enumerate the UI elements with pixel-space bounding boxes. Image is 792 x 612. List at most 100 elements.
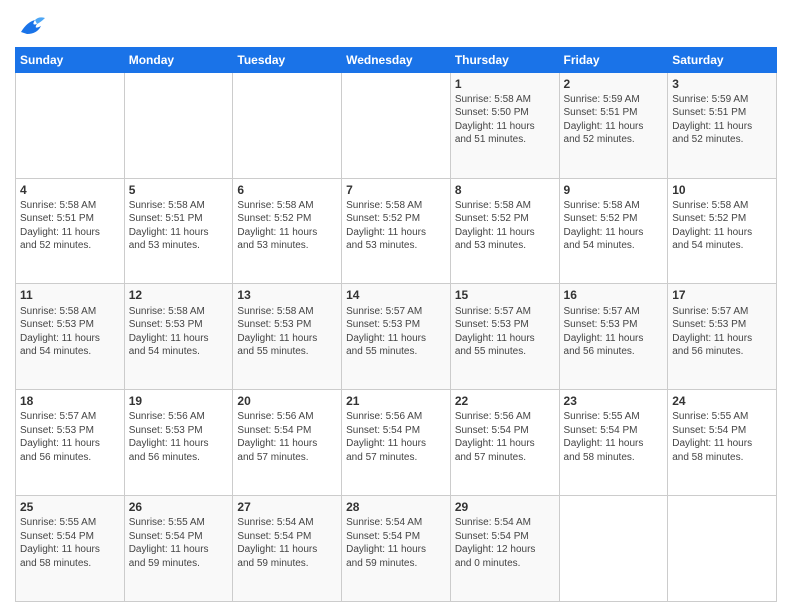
day-number: 7: [346, 182, 446, 198]
calendar-cell: 19Sunrise: 5:56 AMSunset: 5:53 PMDayligh…: [124, 390, 233, 496]
calendar-cell: 18Sunrise: 5:57 AMSunset: 5:53 PMDayligh…: [16, 390, 125, 496]
calendar-cell: 8Sunrise: 5:58 AMSunset: 5:52 PMDaylight…: [450, 178, 559, 284]
calendar-cell: 14Sunrise: 5:57 AMSunset: 5:53 PMDayligh…: [342, 284, 451, 390]
calendar-table: Sunday Monday Tuesday Wednesday Thursday…: [15, 47, 777, 602]
calendar-cell: 28Sunrise: 5:54 AMSunset: 5:54 PMDayligh…: [342, 496, 451, 602]
day-number: 4: [20, 182, 120, 198]
calendar-cell: 22Sunrise: 5:56 AMSunset: 5:54 PMDayligh…: [450, 390, 559, 496]
day-number: 8: [455, 182, 555, 198]
calendar-cell: [124, 72, 233, 178]
day-number: 22: [455, 393, 555, 409]
day-number: 27: [237, 499, 337, 515]
day-info: Sunrise: 5:58 AMSunset: 5:53 PMDaylight:…: [20, 305, 120, 359]
day-number: 26: [129, 499, 229, 515]
calendar-cell: 4Sunrise: 5:58 AMSunset: 5:51 PMDaylight…: [16, 178, 125, 284]
calendar-cell: 16 Sunrise: 5:57 AMSunset: 5:53 PMDayligh…: [559, 284, 668, 390]
day-info: Sunrise: 5:55 AMSunset: 5:54 PMDaylight:…: [129, 516, 229, 570]
day-info: Sunrise: 5:57 AMSunset: 5:53 PMDaylight:…: [455, 305, 555, 359]
header: [15, 10, 777, 41]
calendar-cell: 27Sunrise: 5:54 AMSunset: 5:54 PMDayligh…: [233, 496, 342, 602]
day-info: Sunrise: 5:58 AMSunset: 5:50 PMDaylight:…: [455, 93, 555, 147]
calendar-body: 1Sunrise: 5:58 AMSunset: 5:50 PMDaylight…: [16, 72, 777, 601]
day-info: Sunrise: 5:58 AMSunset: 5:52 PMDaylight:…: [564, 199, 664, 253]
calendar-cell: 15 Sunrise: 5:57 AMSunset: 5:53 PMDayligh…: [450, 284, 559, 390]
calendar-cell: [668, 496, 777, 602]
day-number: 29: [455, 499, 555, 515]
day-number: 6: [237, 182, 337, 198]
day-info: Sunrise: 5:58 AMSunset: 5:52 PMDaylight:…: [237, 199, 337, 253]
day-info: Sunrise: 5:59 AMSunset: 5:51 PMDaylight:…: [672, 93, 772, 147]
day-number: 12: [129, 287, 229, 303]
calendar-cell: 29Sunrise: 5:54 AMSunset: 5:54 PMDayligh…: [450, 496, 559, 602]
week-row: 18Sunrise: 5:57 AMSunset: 5:53 PMDayligh…: [16, 390, 777, 496]
logo-bird-icon: [17, 14, 45, 36]
col-sunday: Sunday: [16, 47, 125, 72]
week-row: 1Sunrise: 5:58 AMSunset: 5:50 PMDaylight…: [16, 72, 777, 178]
calendar-cell: 5Sunrise: 5:58 AMSunset: 5:51 PMDaylight…: [124, 178, 233, 284]
calendar-cell: 11 Sunrise: 5:58 AMSunset: 5:53 PMDayligh…: [16, 284, 125, 390]
day-number: 3: [672, 76, 772, 92]
day-number: 1: [455, 76, 555, 92]
calendar-cell: 13 Sunrise: 5:58 AMSunset: 5:53 PMDayligh…: [233, 284, 342, 390]
calendar-cell: 3Sunrise: 5:59 AMSunset: 5:51 PMDaylight…: [668, 72, 777, 178]
calendar-cell: 1Sunrise: 5:58 AMSunset: 5:50 PMDaylight…: [450, 72, 559, 178]
day-number: 16: [564, 287, 664, 303]
calendar-cell: 7Sunrise: 5:58 AMSunset: 5:52 PMDaylight…: [342, 178, 451, 284]
day-number: 10: [672, 182, 772, 198]
calendar-header: Sunday Monday Tuesday Wednesday Thursday…: [16, 47, 777, 72]
day-number: 20: [237, 393, 337, 409]
calendar-cell: 2Sunrise: 5:59 AMSunset: 5:51 PMDaylight…: [559, 72, 668, 178]
day-number: 9: [564, 182, 664, 198]
day-info: Sunrise: 5:57 AMSunset: 5:53 PMDaylight:…: [564, 305, 664, 359]
calendar-cell: [233, 72, 342, 178]
day-info: Sunrise: 5:56 AMSunset: 5:53 PMDaylight:…: [129, 410, 229, 464]
day-number: 21: [346, 393, 446, 409]
col-saturday: Saturday: [668, 47, 777, 72]
day-info: Sunrise: 5:59 AMSunset: 5:51 PMDaylight:…: [564, 93, 664, 147]
day-number: 11: [20, 287, 120, 303]
day-number: 19: [129, 393, 229, 409]
day-number: 15: [455, 287, 555, 303]
calendar-cell: [559, 496, 668, 602]
calendar-cell: [342, 72, 451, 178]
col-thursday: Thursday: [450, 47, 559, 72]
col-friday: Friday: [559, 47, 668, 72]
calendar-cell: 10Sunrise: 5:58 AMSunset: 5:52 PMDayligh…: [668, 178, 777, 284]
day-number: 23: [564, 393, 664, 409]
calendar-cell: 24Sunrise: 5:55 AMSunset: 5:54 PMDayligh…: [668, 390, 777, 496]
calendar-cell: 23Sunrise: 5:55 AMSunset: 5:54 PMDayligh…: [559, 390, 668, 496]
calendar-cell: 26Sunrise: 5:55 AMSunset: 5:54 PMDayligh…: [124, 496, 233, 602]
day-info: Sunrise: 5:58 AMSunset: 5:53 PMDaylight:…: [237, 305, 337, 359]
day-info: Sunrise: 5:58 AMSunset: 5:51 PMDaylight:…: [129, 199, 229, 253]
calendar-cell: 25Sunrise: 5:55 AMSunset: 5:54 PMDayligh…: [16, 496, 125, 602]
day-number: 13: [237, 287, 337, 303]
col-monday: Monday: [124, 47, 233, 72]
day-info: Sunrise: 5:55 AMSunset: 5:54 PMDaylight:…: [564, 410, 664, 464]
day-info: Sunrise: 5:56 AMSunset: 5:54 PMDaylight:…: [346, 410, 446, 464]
day-number: 17: [672, 287, 772, 303]
day-info: Sunrise: 5:58 AMSunset: 5:52 PMDaylight:…: [672, 199, 772, 253]
header-row: Sunday Monday Tuesday Wednesday Thursday…: [16, 47, 777, 72]
calendar-cell: 12 Sunrise: 5:58 AMSunset: 5:53 PMDayligh…: [124, 284, 233, 390]
week-row: 25Sunrise: 5:55 AMSunset: 5:54 PMDayligh…: [16, 496, 777, 602]
col-tuesday: Tuesday: [233, 47, 342, 72]
day-number: 14: [346, 287, 446, 303]
day-number: 28: [346, 499, 446, 515]
logo-text: [15, 14, 45, 41]
day-info: Sunrise: 5:54 AMSunset: 5:54 PMDaylight:…: [237, 516, 337, 570]
day-info: Sunrise: 5:54 AMSunset: 5:54 PMDaylight:…: [346, 516, 446, 570]
day-info: Sunrise: 5:58 AMSunset: 5:53 PMDaylight:…: [129, 305, 229, 359]
calendar-cell: 21Sunrise: 5:56 AMSunset: 5:54 PMDayligh…: [342, 390, 451, 496]
page: Sunday Monday Tuesday Wednesday Thursday…: [0, 0, 792, 612]
logo: [15, 14, 45, 41]
day-info: Sunrise: 5:57 AMSunset: 5:53 PMDaylight:…: [672, 305, 772, 359]
day-number: 5: [129, 182, 229, 198]
day-number: 24: [672, 393, 772, 409]
day-info: Sunrise: 5:55 AMSunset: 5:54 PMDaylight:…: [20, 516, 120, 570]
week-row: 4Sunrise: 5:58 AMSunset: 5:51 PMDaylight…: [16, 178, 777, 284]
day-info: Sunrise: 5:56 AMSunset: 5:54 PMDaylight:…: [455, 410, 555, 464]
day-number: 18: [20, 393, 120, 409]
day-info: Sunrise: 5:54 AMSunset: 5:54 PMDaylight:…: [455, 516, 555, 570]
col-wednesday: Wednesday: [342, 47, 451, 72]
day-info: Sunrise: 5:58 AMSunset: 5:51 PMDaylight:…: [20, 199, 120, 253]
